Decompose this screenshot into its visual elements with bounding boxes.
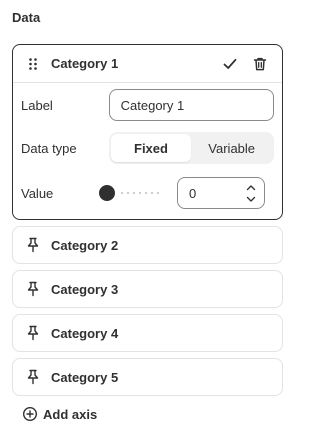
data-type-label: Data type — [21, 140, 77, 156]
checkmark-icon — [223, 58, 237, 69]
delete-button[interactable] — [248, 52, 272, 76]
category-card-header[interactable]: Category 1 — [13, 45, 282, 83]
data-type-toggle: Fixed Variable — [108, 132, 274, 164]
value-label: Value — [21, 185, 54, 201]
chevron-down-icon — [246, 196, 256, 202]
category-label: Category 5 — [51, 369, 119, 385]
value-input-value: 0 — [189, 185, 197, 201]
add-axis-button[interactable]: Add axis — [22, 406, 97, 422]
increment-button[interactable] — [242, 181, 260, 193]
value-stepper — [242, 181, 260, 205]
category-card-expanded: Category 1 Label Category 1 Data type Fi… — [12, 44, 283, 220]
category-card[interactable]: Category 4 — [12, 314, 283, 352]
category-label: Category 3 — [51, 281, 119, 297]
pin-icon[interactable] — [25, 369, 41, 385]
trash-icon — [253, 57, 267, 70]
category-label: Category 4 — [51, 325, 119, 341]
decrement-button[interactable] — [242, 193, 260, 205]
confirm-button[interactable] — [218, 52, 242, 76]
value-slider[interactable] — [99, 185, 169, 201]
category-card[interactable]: Category 2 — [12, 226, 283, 264]
category-label: Category 2 — [51, 237, 119, 253]
pin-icon[interactable] — [25, 237, 41, 253]
label-input[interactable]: Category 1 — [108, 89, 274, 121]
category-card[interactable]: Category 5 — [12, 358, 283, 396]
category-card[interactable]: Category 3 — [12, 270, 283, 308]
data-type-variable-option[interactable]: Variable — [191, 134, 272, 162]
pin-icon[interactable] — [25, 281, 41, 297]
value-input[interactable]: 0 — [177, 177, 265, 209]
add-axis-label: Add axis — [43, 406, 98, 422]
label-row: Label Category 1 — [21, 89, 274, 121]
pin-icon[interactable] — [25, 325, 41, 341]
plus-circle-icon — [22, 406, 38, 422]
chevron-up-icon — [246, 184, 256, 190]
data-type-row: Data type Fixed Variable — [21, 132, 274, 164]
value-row: Value 0 — [21, 177, 274, 209]
category-title: Category 1 — [51, 56, 119, 71]
label-field-label: Label — [21, 97, 53, 113]
drag-handle-icon[interactable] — [25, 56, 41, 72]
section-title: Data — [12, 10, 41, 25]
slider-track — [119, 192, 163, 194]
data-type-fixed-option[interactable]: Fixed — [110, 134, 192, 162]
label-input-value: Category 1 — [120, 97, 185, 113]
slider-thumb[interactable] — [99, 185, 115, 201]
data-panel: Data Category 1 Label Category 1 Data ty… — [0, 0, 296, 434]
